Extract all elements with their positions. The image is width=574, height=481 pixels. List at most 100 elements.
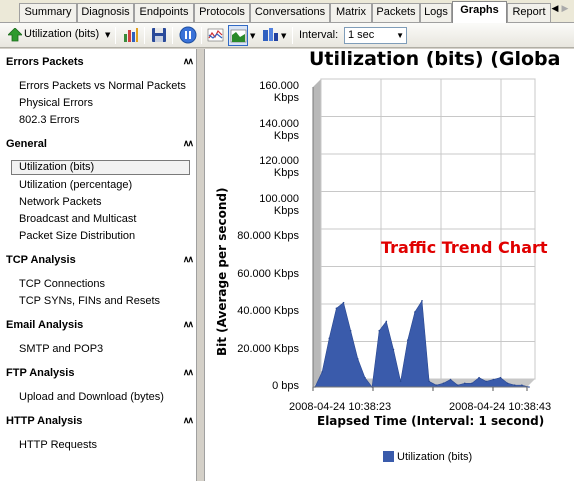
data-point: [414, 311, 416, 313]
toolbar-separator: [115, 27, 116, 44]
interval-label: Interval:: [299, 29, 339, 41]
data-point: [492, 378, 495, 381]
data-point: [478, 376, 480, 379]
chevron-down-icon[interactable]: ▼: [281, 32, 286, 40]
line-chart-icon[interactable]: [207, 26, 224, 45]
data-point: [428, 380, 430, 383]
area-chart-icon: [230, 29, 247, 43]
section-header-http-analysis[interactable]: HTTP Analysis ∧∧: [6, 415, 194, 429]
tab-graphs[interactable]: Graphs: [452, 1, 507, 23]
section-header-ftp-analysis[interactable]: FTP Analysis ∧∧: [6, 367, 194, 381]
section-title: Email Analysis: [6, 319, 84, 331]
nav-item-smtp-pop3[interactable]: SMTP and POP3: [19, 343, 103, 358]
nav-item-errors-vs-normal[interactable]: Errors Packets vs Normal Packets: [19, 80, 186, 95]
pause-icon[interactable]: [179, 26, 197, 45]
data-point: [435, 384, 438, 386]
tab-scroll-arrows: ◀ ▶: [550, 4, 572, 18]
data-point: [506, 382, 509, 385]
data-point: [442, 382, 445, 385]
collapse-icon[interactable]: ∧∧: [183, 138, 194, 149]
data-point: [349, 329, 352, 332]
tab-matrix[interactable]: Matrix: [330, 3, 372, 22]
collapse-icon[interactable]: ∧∧: [183, 254, 194, 265]
tab-conversations[interactable]: Conversations: [250, 3, 330, 22]
data-point: [364, 376, 366, 379]
data-point: [378, 329, 380, 332]
up-arrow-icon: [8, 28, 22, 42]
data-point: [392, 348, 395, 351]
legend-label: Utilization (bits): [397, 451, 473, 463]
section-header-tcp-analysis[interactable]: TCP Analysis ∧∧: [6, 254, 194, 268]
tab-strip: Summary Diagnosis Endpoints Protocols Co…: [0, 0, 574, 23]
save-icon[interactable]: [151, 26, 167, 45]
toolbar-separator: [201, 27, 202, 44]
toolbar-separator: [144, 27, 145, 44]
section-title: HTTP Analysis: [6, 415, 83, 427]
interval-select[interactable]: 1 sec ▼: [344, 27, 407, 44]
data-point: [449, 378, 452, 381]
data-point: [357, 358, 359, 360]
tab-scroll-right-icon[interactable]: ▶: [560, 4, 570, 14]
tab-summary[interactable]: Summary: [19, 3, 77, 22]
chevron-down-icon: ▼: [105, 31, 111, 39]
data-point: [421, 299, 423, 302]
interval-value: 1 sec: [348, 29, 375, 41]
collapse-icon[interactable]: ∧∧: [183, 367, 194, 378]
collapse-icon[interactable]: ∧∧: [183, 319, 194, 330]
tab-protocols[interactable]: Protocols: [194, 3, 250, 22]
nav-item-tcp-connections[interactable]: TCP Connections: [19, 278, 105, 293]
nav-item-8023-errors[interactable]: 802.3 Errors: [19, 114, 80, 129]
section-header-email-analysis[interactable]: Email Analysis ∧∧: [6, 319, 194, 333]
nav-item-utilization-percentage[interactable]: Utilization (percentage): [19, 179, 132, 194]
data-point: [528, 386, 530, 388]
tab-endpoints[interactable]: Endpoints: [134, 3, 194, 22]
chart-panel: Utilization (bits) (Globa Bit (Average p…: [204, 49, 574, 481]
data-point: [513, 384, 516, 386]
data-point: [406, 339, 409, 341]
data-point: [499, 376, 502, 379]
collapse-icon[interactable]: ∧∧: [183, 415, 194, 426]
chevron-down-icon[interactable]: ▼: [250, 32, 255, 40]
chart-left-wall: [313, 79, 321, 387]
section-title: Errors Packets: [6, 56, 84, 68]
chevron-down-icon: ▼: [396, 31, 404, 40]
nav-item-broadcast-multicast[interactable]: Broadcast and Multicast: [19, 213, 136, 228]
area-chart-button[interactable]: [228, 25, 248, 46]
nav-item-tcp-syns-fins-resets[interactable]: TCP SYNs, FINs and Resets: [19, 295, 160, 310]
graph-selector-label: Utilization (bits): [24, 28, 100, 40]
data-point: [385, 320, 388, 323]
bar-chart-icon[interactable]: [123, 26, 139, 45]
data-point: [342, 301, 345, 304]
x-axis-label: Elapsed Time (Interval: 1 second): [317, 414, 545, 428]
section-title: FTP Analysis: [6, 367, 75, 379]
data-point: [464, 382, 466, 385]
tab-logs[interactable]: Logs: [420, 3, 452, 22]
tab-report[interactable]: Report: [507, 3, 551, 22]
legend-swatch: [383, 451, 394, 462]
nav-item-utilization-bits[interactable]: Utilization (bits): [11, 160, 190, 175]
nav-item-http-requests[interactable]: HTTP Requests: [19, 439, 97, 454]
data-point: [335, 307, 338, 310]
section-title: TCP Analysis: [6, 254, 76, 266]
tab-diagnosis[interactable]: Diagnosis: [77, 3, 134, 22]
toolbar-separator: [292, 27, 293, 44]
toolbar-separator: [172, 27, 173, 44]
chart-legend: Utilization (bits): [383, 451, 472, 463]
chart-style-icon[interactable]: [262, 26, 279, 45]
tab-packets[interactable]: Packets: [372, 3, 420, 22]
data-point: [399, 380, 402, 383]
section-header-general[interactable]: General ∧∧: [6, 138, 194, 152]
nav-item-network-packets[interactable]: Network Packets: [19, 196, 102, 211]
collapse-icon[interactable]: ∧∧: [183, 56, 194, 67]
x-tick-label-end: 2008-04-24 10:38:43: [449, 401, 552, 413]
data-point: [521, 384, 523, 386]
chart-annotation: Traffic Trend Chart: [381, 238, 548, 257]
nav-item-physical-errors[interactable]: Physical Errors: [19, 97, 93, 112]
data-point: [485, 380, 488, 383]
section-header-errors-packets[interactable]: Errors Packets ∧∧: [6, 56, 194, 70]
tab-scroll-left-icon[interactable]: ◀: [550, 4, 560, 14]
data-point: [328, 337, 331, 340]
nav-item-upload-download[interactable]: Upload and Download (bytes): [19, 391, 164, 406]
graph-list-panel: Errors Packets ∧∧ Errors Packets vs Norm…: [0, 49, 197, 481]
nav-item-packet-size-distribution[interactable]: Packet Size Distribution: [19, 230, 135, 245]
